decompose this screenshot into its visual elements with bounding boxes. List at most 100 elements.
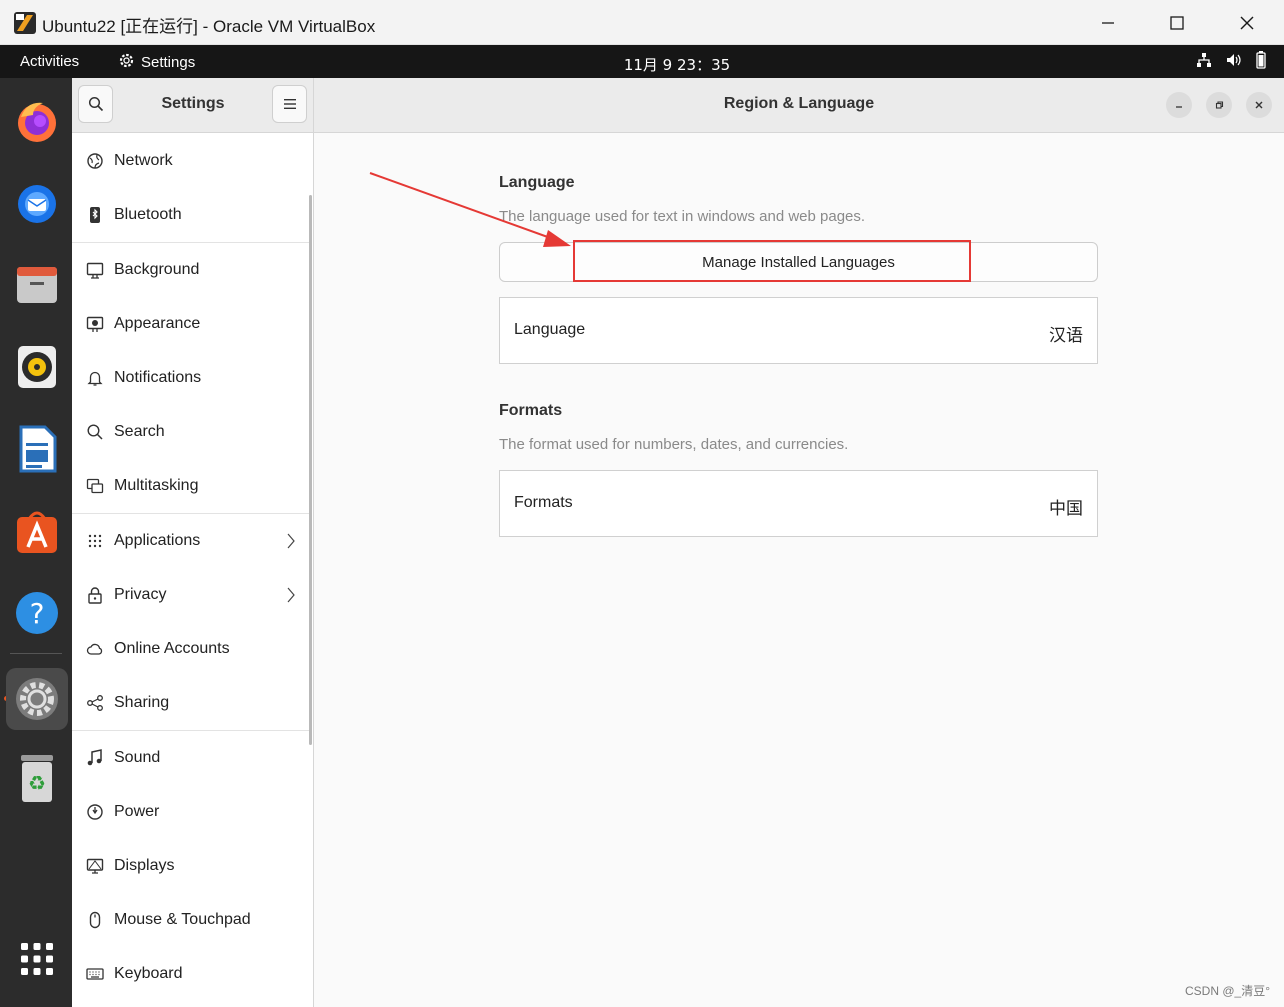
app-center-icon[interactable] bbox=[8, 502, 66, 560]
watermark: CSDN @_清豆° bbox=[1185, 984, 1270, 998]
appearance-icon bbox=[86, 316, 104, 332]
show-apps-icon[interactable] bbox=[8, 930, 66, 988]
sidebar-item-applications[interactable]: Applications bbox=[72, 514, 312, 568]
background-icon bbox=[86, 262, 104, 279]
sidebar-scrollbar[interactable] bbox=[309, 195, 312, 745]
rhythmbox-icon[interactable] bbox=[8, 338, 66, 396]
keyboard-icon bbox=[86, 968, 104, 980]
host-maximize-button[interactable] bbox=[1154, 6, 1200, 40]
libreoffice-writer-icon[interactable] bbox=[8, 420, 66, 478]
power-icon bbox=[87, 804, 103, 820]
sidebar-item-sharing[interactable]: Sharing bbox=[72, 676, 312, 730]
window-maximize-button[interactable] bbox=[1206, 92, 1232, 118]
sidebar-item-label: Displays bbox=[114, 857, 175, 874]
formats-row-label: Formats bbox=[514, 494, 573, 511]
network-icon bbox=[87, 153, 103, 169]
settings-icon[interactable] bbox=[6, 668, 68, 730]
multitasking-icon bbox=[86, 478, 104, 494]
sidebar-item-network[interactable]: Network bbox=[72, 134, 312, 188]
sidebar-item-displays[interactable]: Displays bbox=[72, 839, 312, 893]
svg-text:?: ? bbox=[30, 597, 45, 630]
sidebar-item-sound[interactable]: Sound bbox=[72, 731, 312, 785]
language-section-description: The language used for text in windows an… bbox=[499, 208, 866, 225]
host-title-bar: Ubuntu22 [正在运行] - Oracle VM VirtualBox bbox=[0, 0, 1284, 45]
sidebar-item-notifications[interactable]: Notifications bbox=[72, 351, 312, 405]
sidebar-item-label: Bluetooth bbox=[114, 206, 182, 223]
help-icon[interactable]: ? bbox=[8, 584, 66, 642]
sidebar-item-label: Network bbox=[114, 152, 173, 169]
sidebar-item-online-accounts[interactable]: Online Accounts bbox=[72, 622, 312, 676]
lock-icon bbox=[88, 587, 102, 604]
sidebar-item-label: Sound bbox=[114, 749, 161, 766]
main-header: Region & Language bbox=[314, 78, 1284, 133]
window-close-button[interactable] bbox=[1246, 92, 1272, 118]
formats-row[interactable]: Formats 中国 bbox=[499, 470, 1098, 537]
svg-text:♻: ♻ bbox=[28, 771, 46, 795]
display-icon bbox=[86, 858, 104, 874]
window-minimize-button[interactable] bbox=[1166, 92, 1192, 118]
sidebar-header: Settings bbox=[72, 78, 314, 133]
sidebar-item-search[interactable]: Search bbox=[72, 405, 312, 459]
sidebar-item-label: Notifications bbox=[114, 369, 202, 386]
share-icon bbox=[87, 695, 103, 711]
hamburger-menu-icon bbox=[283, 99, 296, 109]
sidebar-item-label: Online Accounts bbox=[114, 640, 230, 657]
battery-icon bbox=[1256, 51, 1266, 74]
sidebar-item-label: Mouse & Touchpad bbox=[114, 911, 251, 928]
music-note-icon bbox=[87, 749, 102, 766]
network-wired-icon bbox=[1196, 52, 1212, 73]
main-content: Language The language used for text in w… bbox=[314, 133, 1284, 1007]
sidebar-item-keyboard[interactable]: Keyboard bbox=[72, 947, 312, 1001]
sidebar-item-label: Privacy bbox=[114, 586, 167, 603]
language-section-title: Language bbox=[499, 174, 575, 191]
grid-icon bbox=[88, 534, 102, 548]
formats-row-value: 中国 bbox=[1049, 499, 1083, 519]
chevron-right-icon bbox=[287, 587, 295, 603]
formats-section-description: The format used for numbers, dates, and … bbox=[499, 436, 849, 453]
page-title: Region & Language bbox=[723, 95, 875, 112]
sidebar-item-label: Keyboard bbox=[114, 965, 183, 982]
bell-icon bbox=[87, 371, 103, 386]
host-close-button[interactable] bbox=[1224, 6, 1270, 40]
files-icon[interactable] bbox=[8, 256, 66, 314]
sidebar-item-multitasking[interactable]: Multitasking bbox=[72, 459, 312, 513]
sidebar-item-label: Multitasking bbox=[114, 477, 199, 494]
sidebar-item-label: Applications bbox=[114, 532, 201, 549]
sidebar-item-label: Background bbox=[114, 261, 200, 278]
sidebar-item-power[interactable]: Power bbox=[72, 785, 312, 839]
sidebar-item-mouse-touchpad[interactable]: Mouse & Touchpad bbox=[72, 893, 312, 947]
search-icon bbox=[87, 424, 103, 440]
manage-installed-languages-label: Manage Installed Languages bbox=[702, 254, 895, 271]
formats-section-title: Formats bbox=[499, 402, 563, 419]
volume-icon bbox=[1226, 52, 1242, 73]
firefox-icon[interactable] bbox=[8, 92, 66, 150]
host-minimize-button[interactable] bbox=[1085, 6, 1131, 40]
language-row-value: 汉语 bbox=[1049, 326, 1083, 346]
manage-installed-languages-button[interactable]: Manage Installed Languages bbox=[499, 242, 1098, 282]
sidebar: Network Bluetooth Background Appearance … bbox=[72, 133, 314, 1007]
top-panel: Activities Settings 11月 9 23：35 bbox=[0, 45, 1284, 78]
sidebar-item-label: Sharing bbox=[114, 694, 170, 711]
sidebar-item-label: Search bbox=[114, 423, 165, 440]
chevron-right-icon bbox=[287, 533, 295, 549]
system-tray[interactable] bbox=[1196, 51, 1266, 74]
dock: ? ♻ bbox=[0, 78, 72, 1007]
sidebar-item-bluetooth[interactable]: Bluetooth bbox=[72, 188, 312, 242]
sidebar-item-label: Appearance bbox=[114, 315, 201, 332]
cloud-icon bbox=[86, 643, 103, 655]
thunderbird-icon[interactable] bbox=[8, 174, 66, 232]
sidebar-menu-button[interactable] bbox=[272, 85, 307, 123]
sidebar-item-privacy[interactable]: Privacy bbox=[72, 568, 312, 622]
host-window-title: Ubuntu22 [正在运行] - Oracle VM VirtualBox bbox=[42, 17, 376, 36]
clock[interactable]: 11月 9 23：35 bbox=[0, 54, 1284, 75]
virtualbox-icon bbox=[13, 11, 37, 35]
sidebar-item-background[interactable]: Background bbox=[72, 243, 312, 297]
language-row[interactable]: Language 汉语 bbox=[499, 297, 1098, 364]
dock-separator bbox=[10, 653, 62, 654]
mouse-icon bbox=[89, 911, 101, 929]
trash-icon[interactable]: ♻ bbox=[8, 750, 66, 808]
language-row-label: Language bbox=[514, 321, 586, 338]
sidebar-item-label: Power bbox=[114, 803, 160, 820]
bluetooth-icon bbox=[90, 207, 100, 223]
sidebar-item-appearance[interactable]: Appearance bbox=[72, 297, 312, 351]
